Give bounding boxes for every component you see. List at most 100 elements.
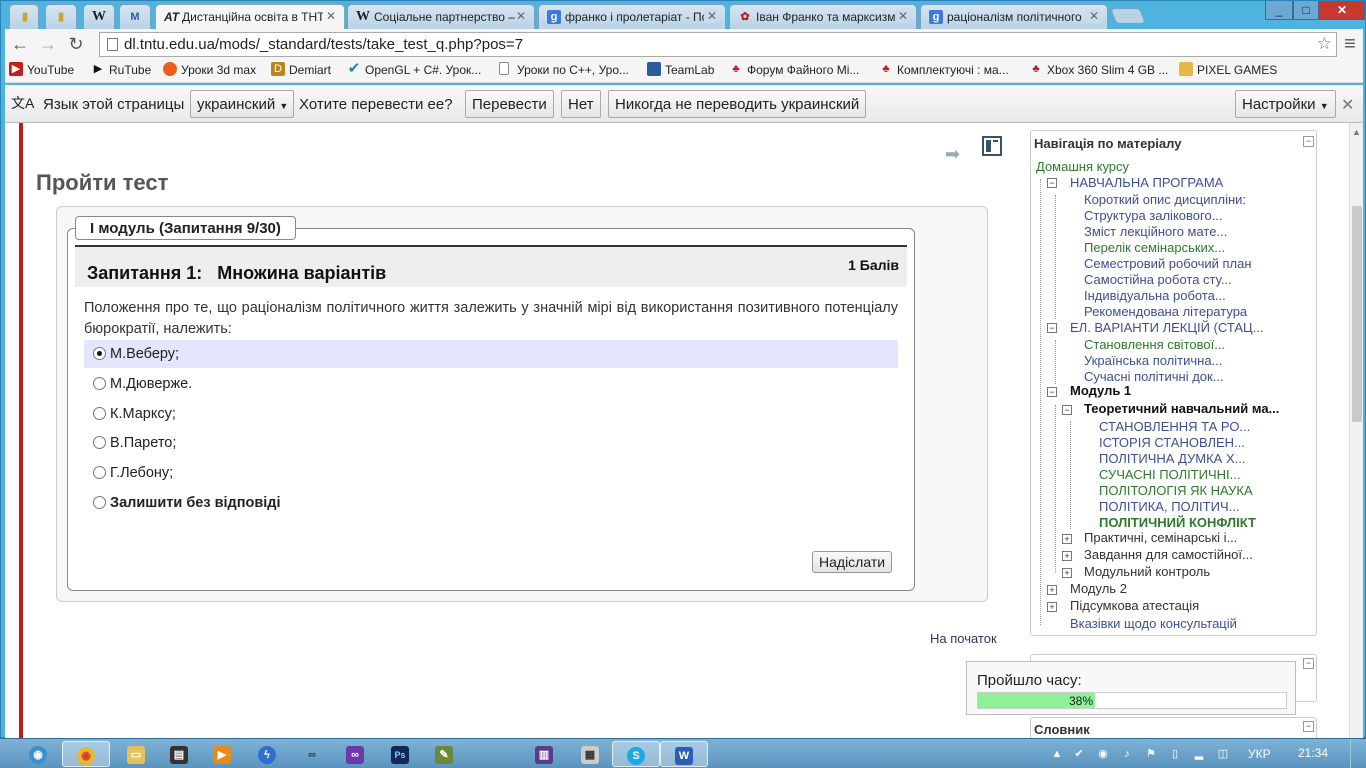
flag-icon[interactable]: ⚑ xyxy=(1144,747,1158,761)
battery-icon[interactable]: ▯ xyxy=(1168,747,1182,761)
answer-option-skip[interactable]: Залишити без відповіді xyxy=(84,489,898,517)
translate-button[interactable]: Перевести xyxy=(465,90,554,118)
nav-item-final[interactable]: Підсумкова атестація xyxy=(1070,598,1199,613)
nav-item[interactable]: ПОЛІТОЛОГІЯ ЯК НАУКА xyxy=(1099,483,1253,498)
back-button[interactable]: ← xyxy=(9,33,31,55)
scroll-up-icon[interactable]: ▲ xyxy=(1352,127,1361,137)
tab-social-partnership[interactable]: W Соціальне партнерство – ✕ xyxy=(347,4,535,29)
nav-item[interactable]: СТАНОВЛЕННЯ ТА РО... xyxy=(1099,419,1250,434)
nav-item[interactable]: Короткий опис дисципліни: xyxy=(1084,192,1246,207)
radio-button[interactable] xyxy=(93,377,106,390)
answer-option[interactable]: Г.Лебону; xyxy=(84,459,898,487)
bookmark-teamlab[interactable]: TeamLab xyxy=(647,62,714,77)
no-button[interactable]: Нет xyxy=(561,90,601,118)
nav-item[interactable]: Самостійна робота сту... xyxy=(1084,272,1232,287)
close-icon[interactable]: ✕ xyxy=(322,9,336,23)
volume-icon[interactable]: ♪ xyxy=(1120,747,1134,761)
layout-toggle-icon[interactable] xyxy=(982,136,1002,156)
taskbar-app-book[interactable]: ▥ xyxy=(520,741,568,767)
nav-item-program[interactable]: НАВЧАЛЬНА ПРОГРАМА xyxy=(1070,175,1223,190)
minimize-button[interactable]: _ xyxy=(1265,1,1293,20)
taskbar-app-skype[interactable]: S xyxy=(612,741,660,767)
taskbar-app-media[interactable]: ▶ xyxy=(198,741,246,767)
tab-active[interactable]: AT Дистанційна освіта в ТНТ ✕ xyxy=(155,4,345,29)
bookmark-xbox[interactable]: ♣ Xbox 360 Slim 4 GB ... xyxy=(1029,63,1168,77)
expand-icon[interactable]: + xyxy=(1062,534,1072,544)
translate-settings-button[interactable]: Настройки ▼ xyxy=(1235,90,1336,118)
taskbar-app-glasses[interactable]: ∞ xyxy=(288,741,336,767)
answer-option[interactable]: М.Веберу; xyxy=(84,340,898,368)
collapse-icon[interactable]: − xyxy=(1047,323,1057,333)
bookmark-forum[interactable]: ♣ Форум Файного Мі... xyxy=(729,63,859,77)
bookmark-3dmax[interactable]: Уроки 3d max xyxy=(163,62,256,77)
window-close-button[interactable]: ✕ xyxy=(1319,1,1365,20)
taskbar-app-notepad[interactable]: ✎ xyxy=(420,741,468,767)
tab-pinned-3[interactable]: W xyxy=(83,4,115,29)
nav-item-theory[interactable]: Теоретичний навчальний ма... xyxy=(1084,401,1279,416)
never-translate-button[interactable]: Никогда не переводить украинский xyxy=(608,90,867,118)
taskbar-app-photoshop[interactable]: Ps xyxy=(376,741,424,767)
nav-item[interactable]: Модульний контроль xyxy=(1084,564,1210,579)
close-icon[interactable]: ✕ xyxy=(1341,95,1354,115)
clock[interactable]: 21:34 xyxy=(1298,746,1328,760)
close-icon[interactable]: ✕ xyxy=(1085,9,1099,23)
nav-item-lectures[interactable]: ЕЛ. ВАРІАНТИ ЛЕКЦІЙ (СТАЦ... xyxy=(1070,320,1263,335)
nav-item-module1[interactable]: Модуль 1 xyxy=(1070,383,1131,398)
star-icon[interactable]: ☆ xyxy=(1317,34,1332,54)
nav-item[interactable]: ПОЛІТИКА, ПОЛІТИЧ... xyxy=(1099,499,1239,514)
collapse-icon[interactable]: − xyxy=(1062,405,1072,415)
nav-item-consult[interactable]: Вказівки щодо консультацій xyxy=(1070,616,1237,631)
show-hidden-icons-icon[interactable]: ▲ xyxy=(1050,747,1064,761)
page-scrollbar[interactable]: ▲ xyxy=(1349,123,1363,739)
taskbar-app-chrome[interactable]: ◉ xyxy=(62,741,110,767)
language-select[interactable]: украинский ▼ xyxy=(190,90,294,118)
taskbar-app-calc[interactable]: ▦ xyxy=(566,741,614,767)
expand-icon[interactable]: + xyxy=(1047,585,1057,595)
back-to-top-link[interactable]: На початок xyxy=(930,631,997,646)
nav-item[interactable]: Сучасні політичні док... xyxy=(1084,369,1224,384)
reload-button[interactable]: ↻ xyxy=(65,33,87,55)
tab-franko[interactable]: g франко і пролетаріат - По ✕ xyxy=(538,4,726,29)
nav-item[interactable]: Практичні, семінарські і... xyxy=(1084,530,1237,545)
maximize-button[interactable]: □ xyxy=(1293,1,1319,20)
collapse-icon[interactable]: − xyxy=(1047,387,1057,397)
scrollbar-thumb[interactable] xyxy=(1352,206,1362,422)
show-desktop-button[interactable] xyxy=(1350,739,1366,768)
nav-item[interactable]: Завдання для самостійної... xyxy=(1084,547,1253,562)
nav-item[interactable]: Структура залікового... xyxy=(1084,208,1223,223)
collapse-icon[interactable]: − xyxy=(1303,658,1314,669)
nav-item[interactable]: Перелік семінарських... xyxy=(1084,240,1225,255)
expand-icon[interactable]: + xyxy=(1062,551,1072,561)
collapse-icon[interactable]: − xyxy=(1303,721,1314,732)
close-icon[interactable]: ✕ xyxy=(703,9,717,23)
tab-pinned-4[interactable]: M xyxy=(119,4,151,29)
radio-button[interactable] xyxy=(93,436,106,449)
radio-button[interactable] xyxy=(93,407,106,420)
radio-button[interactable] xyxy=(93,466,106,479)
nav-item[interactable]: ІСТОРІЯ СТАНОВЛЕН... xyxy=(1099,435,1245,450)
address-bar[interactable]: dl.tntu.edu.ua/mods/_standard/tests/take… xyxy=(99,32,1337,57)
bookmark-demiart[interactable]: D Demiart xyxy=(271,62,331,77)
bookmark-pixel-games[interactable]: PIXEL GAMES xyxy=(1179,62,1277,77)
bookmark-cpp[interactable]: Уроки по C++, Уро... xyxy=(499,62,629,77)
collapse-icon[interactable]: − xyxy=(1303,136,1314,147)
answer-option[interactable]: М.Дюверже. xyxy=(84,370,898,398)
nav-item[interactable]: СУЧАСНІ ПОЛІТИЧНІ... xyxy=(1099,467,1241,482)
input-language[interactable]: УКР xyxy=(1248,747,1271,761)
nav-item-module2[interactable]: Модуль 2 xyxy=(1070,581,1127,596)
nav-item[interactable]: Українська політична... xyxy=(1084,353,1222,368)
taskbar-app-word[interactable]: W xyxy=(660,741,708,767)
taskbar-app-video[interactable]: ▤ xyxy=(155,741,203,767)
nav-item[interactable]: Семестровий робочий план xyxy=(1084,256,1252,271)
nav-item[interactable]: Рекомендована література xyxy=(1084,304,1247,319)
expand-icon[interactable]: + xyxy=(1062,568,1072,578)
answer-option[interactable]: В.Парето; xyxy=(84,429,898,457)
tab-pinned-1[interactable]: ▮ xyxy=(9,4,39,29)
signal-icon[interactable]: ▂ xyxy=(1192,747,1206,761)
start-button[interactable]: ◉ xyxy=(14,741,62,767)
taskbar-app-process[interactable]: ϟ xyxy=(243,741,291,767)
status-icon[interactable]: ◉ xyxy=(1096,747,1110,761)
nav-item-current[interactable]: ПОЛІТИЧНИЙ КОНФЛІКТ xyxy=(1099,515,1256,530)
radio-button[interactable] xyxy=(93,347,106,360)
bookmark-components[interactable]: ♣ Комплектуючі : ма... xyxy=(879,63,1008,77)
